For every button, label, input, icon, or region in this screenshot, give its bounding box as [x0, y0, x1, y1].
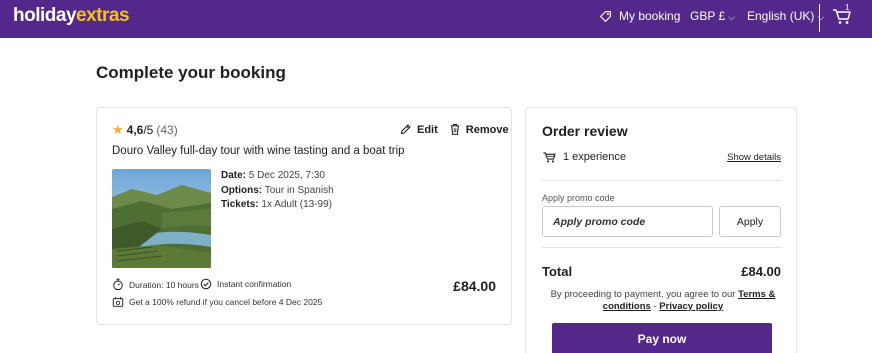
- pay-now-button[interactable]: Pay now: [552, 323, 772, 353]
- booking-details: Date: 5 Dec 2025, 7:30 Options: Tour in …: [221, 169, 334, 213]
- terms-prefix: By proceeding to payment, you agree to o…: [550, 289, 736, 300]
- my-booking-link[interactable]: My booking: [599, 0, 680, 32]
- check-circle-icon: [200, 278, 212, 290]
- top-navigation-bar: holidayextras My booking GBP £ ⌵ English…: [0, 0, 872, 38]
- experience-count-row: 1 experience: [542, 150, 626, 164]
- language-label: English (UK): [747, 9, 815, 23]
- logo-part-holiday: holiday: [13, 5, 77, 26]
- show-details-link[interactable]: Show details: [727, 152, 781, 163]
- terms-notice: By proceeding to payment, you agree to o…: [538, 289, 788, 313]
- holidayextras-logo[interactable]: holidayextras: [13, 5, 130, 27]
- product-title: Douro Valley full-day tour with wine tas…: [112, 145, 405, 157]
- total-value: £84.00: [741, 264, 781, 279]
- cart-count-badge: 1: [845, 3, 850, 12]
- promo-code-label: Apply promo code: [542, 193, 615, 203]
- currency-selector[interactable]: GBP £ ⌵: [690, 0, 735, 32]
- promo-code-input[interactable]: [542, 206, 713, 237]
- language-selector[interactable]: English (UK) ⌵: [747, 0, 824, 32]
- tickets-label: Tickets:: [221, 199, 259, 210]
- options-label: Options:: [221, 184, 263, 196]
- stopwatch-icon: [113, 278, 123, 291]
- tickets-value: 1x Adult (13-99): [261, 199, 333, 210]
- experience-count: 1 experience: [563, 151, 626, 163]
- nav-divider: [819, 4, 820, 32]
- total-label: Total: [542, 264, 573, 279]
- date-value: 5 Dec 2025, 7:30: [248, 170, 325, 181]
- booking-item-card: ★ 4,6 /5 (43) Edit Remove Douro Valley f…: [96, 107, 512, 325]
- page-title: Complete your booking: [96, 63, 286, 82]
- tour-thumbnail-image: [112, 169, 211, 268]
- logo-part-extras: extras: [76, 5, 130, 26]
- chevron-down-icon: ⌵: [728, 11, 735, 22]
- remove-button[interactable]: Remove: [449, 123, 509, 136]
- divider: [542, 247, 782, 248]
- order-review-title: Order review: [542, 123, 628, 139]
- refund-feature: Get a 100% refund if you cancel before 4…: [112, 296, 322, 308]
- edit-button[interactable]: Edit: [399, 123, 438, 136]
- apply-promo-button[interactable]: Apply: [719, 206, 781, 237]
- my-booking-label: My booking: [619, 9, 681, 23]
- rating-score: 4,6: [126, 123, 144, 137]
- trash-icon: [450, 123, 459, 135]
- remove-label: Remove: [465, 123, 509, 136]
- privacy-policy-link[interactable]: Privacy policy: [659, 301, 723, 312]
- duration-feature: Duration: 10 hours: [112, 278, 199, 291]
- refund-text: Get a 100% refund if you cancel before 4…: [129, 297, 323, 307]
- star-icon: ★: [112, 122, 124, 137]
- card-actions: Edit Remove: [399, 123, 520, 136]
- confirmation-text: Instant confirmation: [217, 279, 292, 289]
- rating: ★ 4,6 /5 (43): [112, 122, 178, 138]
- item-price: £84.00: [453, 278, 496, 294]
- currency-label: GBP £: [690, 9, 726, 23]
- edit-label: Edit: [417, 123, 438, 136]
- tag-icon: [600, 10, 611, 22]
- tickets-row: Tickets: 1x Adult (13-99): [221, 198, 334, 213]
- pencil-icon: [400, 124, 411, 135]
- date-row: Date: 5 Dec 2025, 7:30: [221, 169, 334, 184]
- date-label: Date:: [221, 170, 247, 181]
- order-review-panel: Order review 1 experience Show details A…: [525, 107, 797, 353]
- divider: [542, 180, 782, 181]
- cart-icon[interactable]: [831, 6, 853, 26]
- options-row: Options: Tour in Spanish: [221, 184, 334, 199]
- refund-icon: [112, 297, 124, 307]
- cart-icon: [543, 152, 556, 163]
- rating-out-of: /5: [143, 123, 154, 137]
- options-value: Tour in Spanish: [264, 184, 334, 196]
- duration-text: Duration: 10 hours: [129, 279, 199, 290]
- instant-confirmation-feature: Instant confirmation: [200, 278, 291, 290]
- terms-separator: -: [650, 301, 660, 312]
- rating-count: (43): [156, 123, 178, 137]
